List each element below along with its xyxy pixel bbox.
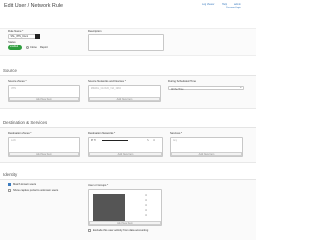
destination-heading: Destination & Services bbox=[3, 120, 48, 125]
services-add-button[interactable]: Add New Item bbox=[171, 151, 242, 156]
services-value: Any bbox=[173, 139, 178, 142]
user-groups-list[interactable]: ✕ ✕ ✕ ✕ ✕ Add New Item bbox=[88, 189, 162, 226]
schedule-label: During Scheduled Time bbox=[168, 80, 196, 83]
report-label[interactable]: Report bbox=[40, 46, 48, 49]
rule-name-label: Rule Name * bbox=[8, 30, 24, 33]
password-login-link[interactable]: Password login bbox=[226, 7, 241, 10]
source-zones-add-button[interactable]: Add New Item bbox=[9, 96, 79, 101]
redacted-area bbox=[93, 194, 125, 222]
clone-radio[interactable] bbox=[26, 45, 29, 49]
rule-name-input[interactable]: SSL_VPN_Client bbox=[8, 34, 36, 39]
clone-label[interactable]: Clone bbox=[30, 46, 37, 49]
delete-icon[interactable]: ✕ bbox=[145, 209, 147, 212]
exclude-accounting-label: Exclude this user activity from data acc… bbox=[93, 229, 149, 232]
destination-zones-list[interactable]: LAN Add New Item bbox=[8, 137, 80, 157]
status-label: Status bbox=[8, 41, 16, 44]
source-networks-label: Source Networks and Devices * bbox=[88, 80, 126, 83]
redacted-bar bbox=[102, 139, 128, 142]
identity-heading: Identity bbox=[3, 172, 18, 177]
delete-icon[interactable]: ✕ bbox=[145, 194, 147, 197]
services-label: Services * bbox=[170, 132, 183, 135]
source-networks-add-button[interactable]: Add New Item bbox=[89, 96, 160, 101]
description-textarea[interactable] bbox=[88, 34, 164, 51]
chevron-down-icon: ▾ bbox=[240, 87, 242, 90]
destination-networks-add-button[interactable]: Add New Item bbox=[89, 151, 162, 156]
source-heading: Source bbox=[3, 68, 17, 73]
destination-zones-label: Destination Zones * bbox=[8, 132, 32, 135]
redacted-block bbox=[35, 34, 40, 39]
source-zones-value: VPN bbox=[11, 87, 16, 90]
source-zones-list[interactable]: VPN Add New Item bbox=[8, 85, 80, 102]
destination-networks-list[interactable]: IP H ✎ ✕ Add New Item bbox=[88, 137, 163, 157]
admin-link[interactable]: admin bbox=[234, 3, 241, 6]
delete-icon[interactable]: ✕ bbox=[145, 199, 147, 202]
destination-networks-value: IP H bbox=[91, 139, 96, 142]
match-known-users-checkbox[interactable] bbox=[8, 183, 11, 186]
delete-icon[interactable]: ✕ bbox=[153, 139, 155, 142]
destination-networks-label: Destination Networks * bbox=[88, 132, 116, 135]
schedule-value: All the Time bbox=[171, 87, 184, 91]
delete-icon[interactable]: ✕ bbox=[145, 214, 147, 217]
status-value: enabled bbox=[10, 45, 19, 48]
user-groups-label: User or Groups * bbox=[88, 184, 109, 187]
services-list[interactable]: Any Add New Item bbox=[170, 137, 243, 157]
destination-zones-value: LAN bbox=[11, 139, 16, 142]
rule-name-value: SSL_VPN_Client bbox=[10, 36, 29, 38]
destination-zones-add-button[interactable]: Add New Item bbox=[9, 151, 79, 156]
source-networks-value: ##MAIL_CLOUD_VIA_1984 bbox=[91, 87, 121, 90]
exclude-accounting-checkbox[interactable] bbox=[88, 229, 91, 232]
captive-portal-checkbox[interactable] bbox=[8, 189, 11, 192]
user-groups-add-button[interactable]: Add New Item bbox=[89, 220, 161, 225]
help-link[interactable]: Help bbox=[222, 3, 227, 6]
schedule-select[interactable]: All the Time ▾ bbox=[168, 86, 244, 91]
log-viewer-link[interactable]: Log Viewer bbox=[202, 3, 214, 6]
edit-icon[interactable]: ✎ bbox=[147, 139, 149, 142]
delete-icon[interactable]: ✕ bbox=[145, 204, 147, 207]
description-label: Description bbox=[88, 30, 102, 33]
source-networks-list[interactable]: ##MAIL_CLOUD_VIA_1984 Add New Item bbox=[88, 85, 161, 102]
page-title: Edit User / Network Rule bbox=[4, 3, 64, 9]
status-toggle[interactable]: enabled bbox=[8, 45, 22, 50]
source-zones-label: Source Zones * bbox=[8, 80, 27, 83]
captive-portal-label: Show captive portal to unknown users bbox=[13, 189, 59, 192]
match-known-users-label: Match known users bbox=[13, 183, 37, 186]
